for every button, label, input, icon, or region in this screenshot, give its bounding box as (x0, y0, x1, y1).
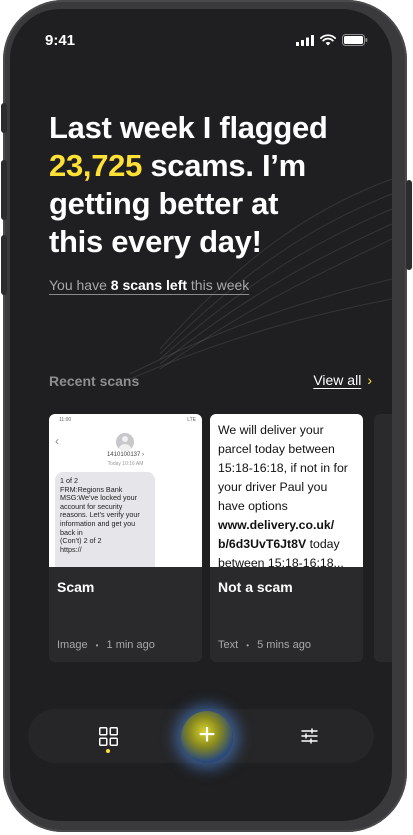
view-all-link[interactable]: View all › (313, 372, 372, 388)
grid-icon[interactable] (99, 727, 118, 746)
scans-left-value: 8 scans left (110, 277, 188, 293)
flagged-count: 23,725 (49, 148, 143, 183)
chevron-right-icon: › (367, 372, 372, 388)
scan-meta: Image • 1 min ago (57, 639, 155, 651)
headline: Last week I flagged 23,725 scams. I’m ge… (49, 109, 369, 261)
battery-icon (342, 34, 368, 46)
meta-separator: • (95, 641, 99, 650)
message-timestamp: Today 10:16 AM (107, 461, 144, 467)
sender-number: 1410100137 › (106, 452, 145, 458)
contact-avatar-icon (116, 433, 134, 451)
scan-type: Image (57, 639, 88, 651)
active-tab-indicator (106, 749, 110, 753)
new-scan-button[interactable]: + (181, 711, 233, 763)
recent-scans-title: Recent scans (49, 373, 140, 389)
scan-card-next[interactable] (374, 414, 392, 662)
headline-line2: scams. I’m (142, 148, 306, 183)
headline-line4: this every day! (49, 224, 262, 259)
scan-time: 1 min ago (106, 639, 155, 651)
text-message-preview: We will deliver your parcel today betwee… (210, 414, 363, 567)
scan-time: 5 mins ago (257, 639, 311, 651)
sms-message-bubble: 1 of 2 FRM:Regions Bank MSG:We’ve locked… (55, 472, 155, 567)
scan-type: Text (218, 639, 239, 651)
meta-separator: • (246, 641, 250, 650)
app-screen: 9:41 Last week I flagged 23,725 scams. I… (10, 9, 392, 821)
view-all-label: View all (313, 372, 362, 388)
headline-line3: getting better at (49, 186, 279, 221)
scans-left-note[interactable]: You have 8 scans left this week (49, 277, 249, 293)
scan-result-label: Scam (57, 579, 95, 595)
power-button (406, 180, 412, 270)
wifi-icon (320, 34, 336, 46)
scan-result-label: Not a scam (218, 579, 293, 595)
mini-clock: 11:00 (59, 417, 72, 423)
headline-line1: Last week I flagged (49, 110, 328, 145)
scan-card-not-scam[interactable]: We will deliver your parcel today betwee… (210, 414, 363, 662)
volume-up-button (1, 160, 7, 220)
sliders-icon[interactable] (301, 728, 318, 744)
signal-icon (296, 34, 314, 46)
mute-switch (1, 103, 7, 133)
sms-screenshot-preview: 11:00 LTE ‹ 1410100137 › Today 10:16 AM … (49, 414, 202, 567)
status-bar: 9:41 (10, 29, 392, 53)
mini-network: LTE (187, 417, 196, 423)
plus-icon: + (198, 718, 216, 751)
volume-down-button (1, 235, 7, 295)
message-text-start: We will deliver your parcel today betwee… (218, 423, 348, 513)
scans-left-prefix: You have (49, 277, 111, 293)
status-time: 9:41 (45, 32, 76, 49)
back-chevron-icon: ‹ (55, 434, 59, 448)
mini-status-bar: 11:00 LTE (59, 417, 196, 423)
scans-left-suffix: this week (187, 277, 250, 293)
scan-meta: Text • 5 mins ago (218, 639, 311, 651)
scan-card-scam[interactable]: 11:00 LTE ‹ 1410100137 › Today 10:16 AM … (49, 414, 202, 662)
